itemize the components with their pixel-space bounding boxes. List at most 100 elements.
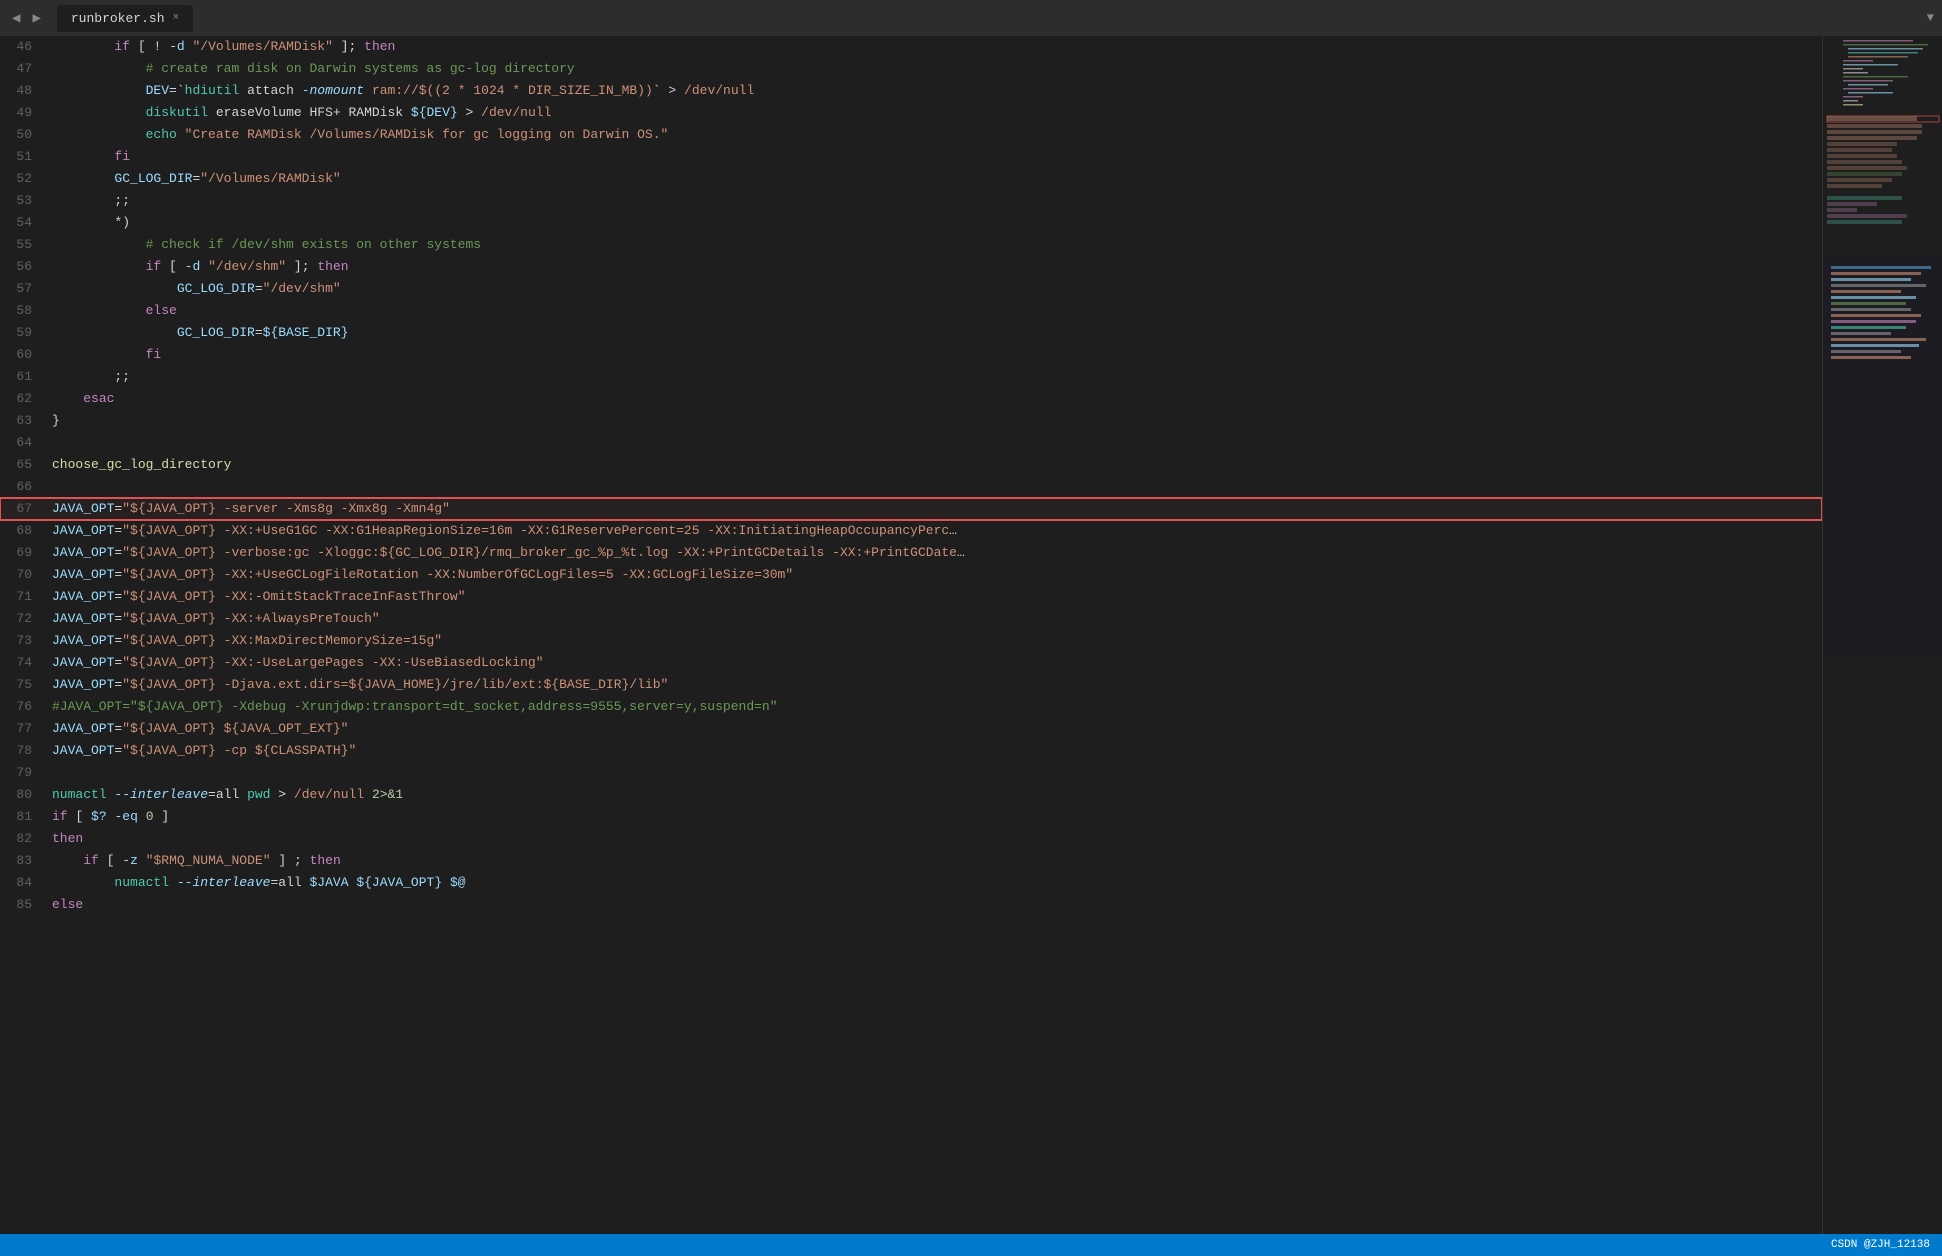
table-row: 84 numactl --interleave=all $JAVA ${JAVA… xyxy=(0,872,1822,894)
table-row: 50 echo "Create RAMDisk /Volumes/RAMDisk… xyxy=(0,124,1822,146)
line-number: 63 xyxy=(0,410,48,432)
line-number: 75 xyxy=(0,674,48,696)
line-content: if [ -d "/dev/shm" ]; then xyxy=(48,256,1822,278)
title-bar: ◀ ▶ runbroker.sh × ▼ xyxy=(0,0,1942,36)
line-content: diskutil eraseVolume HFS+ RAMDisk ${DEV}… xyxy=(48,102,1822,124)
line-content: fi xyxy=(48,146,1822,168)
table-row: 51 fi xyxy=(0,146,1822,168)
line-content: fi xyxy=(48,344,1822,366)
line-number: 47 xyxy=(0,58,48,80)
minimap-svg xyxy=(1823,36,1942,936)
table-row: 54 *) xyxy=(0,212,1822,234)
line-number: 58 xyxy=(0,300,48,322)
table-row: 47 # create ram disk on Darwin systems a… xyxy=(0,58,1822,80)
line-number: 48 xyxy=(0,80,48,102)
table-row: 77 JAVA_OPT="${JAVA_OPT} ${JAVA_OPT_EXT}… xyxy=(0,718,1822,740)
line-number: 62 xyxy=(0,388,48,410)
line-content: JAVA_OPT="${JAVA_OPT} -XX:MaxDirectMemor… xyxy=(48,630,1822,652)
line-number: 65 xyxy=(0,454,48,476)
line-number: 51 xyxy=(0,146,48,168)
line-number: 66 xyxy=(0,476,48,498)
line-content: if [ -z "$RMQ_NUMA_NODE" ] ; then xyxy=(48,850,1822,872)
table-row: 72 JAVA_OPT="${JAVA_OPT} -XX:+AlwaysPreT… xyxy=(0,608,1822,630)
attribution-text: CSDN @ZJH_12138 xyxy=(1831,1239,1930,1251)
table-row: 75 JAVA_OPT="${JAVA_OPT} -Djava.ext.dirs… xyxy=(0,674,1822,696)
line-content: GC_LOG_DIR=${BASE_DIR} xyxy=(48,322,1822,344)
line-number: 76 xyxy=(0,696,48,718)
tab-filename: runbroker.sh xyxy=(71,11,165,26)
line-number: 67 xyxy=(0,498,48,520)
line-content xyxy=(48,476,1822,498)
line-content: # create ram disk on Darwin systems as g… xyxy=(48,58,1822,80)
line-number: 52 xyxy=(0,168,48,190)
table-row: 85 else xyxy=(0,894,1822,916)
line-content: GC_LOG_DIR="/dev/shm" xyxy=(48,278,1822,300)
table-row: 62 esac xyxy=(0,388,1822,410)
line-content: JAVA_OPT="${JAVA_OPT} -XX:-OmitStackTrac… xyxy=(48,586,1822,608)
line-number: 80 xyxy=(0,784,48,806)
line-number: 54 xyxy=(0,212,48,234)
table-row: 64 xyxy=(0,432,1822,454)
line-content: JAVA_OPT="${JAVA_OPT} -cp ${CLASSPATH}" xyxy=(48,740,1822,762)
table-row: 81 if [ $? -eq 0 ] xyxy=(0,806,1822,828)
line-number: 53 xyxy=(0,190,48,212)
line-number: 71 xyxy=(0,586,48,608)
line-content: JAVA_OPT="${JAVA_OPT} -XX:+AlwaysPreTouc… xyxy=(48,608,1822,630)
line-number: 57 xyxy=(0,278,48,300)
nav-right-icon[interactable]: ▶ xyxy=(28,8,44,29)
table-row: 57 GC_LOG_DIR="/dev/shm" xyxy=(0,278,1822,300)
line-number: 82 xyxy=(0,828,48,850)
table-row: 79 xyxy=(0,762,1822,784)
table-row: 56 if [ -d "/dev/shm" ]; then xyxy=(0,256,1822,278)
table-row: 63 } xyxy=(0,410,1822,432)
table-row: 46 if [ ! -d "/Volumes/RAMDisk" ]; then xyxy=(0,36,1822,58)
table-row: 68 JAVA_OPT="${JAVA_OPT} -XX:+UseG1GC -X… xyxy=(0,520,1822,542)
line-content: ;; xyxy=(48,366,1822,388)
tab-close-button[interactable]: × xyxy=(173,12,180,24)
line-content: choose_gc_log_directory xyxy=(48,454,1822,476)
editor-container: 46 if [ ! -d "/Volumes/RAMDisk" ]; then … xyxy=(0,36,1942,1234)
line-content: echo "Create RAMDisk /Volumes/RAMDisk fo… xyxy=(48,124,1822,146)
file-tab[interactable]: runbroker.sh × xyxy=(57,5,193,32)
line-number: 85 xyxy=(0,894,48,916)
nav-left-icon[interactable]: ◀ xyxy=(8,8,24,29)
minimap-visual xyxy=(1823,36,1942,1234)
table-row: 55 # check if /dev/shm exists on other s… xyxy=(0,234,1822,256)
line-number: 73 xyxy=(0,630,48,652)
code-area[interactable]: 46 if [ ! -d "/Volumes/RAMDisk" ]; then … xyxy=(0,36,1822,1234)
line-number: 64 xyxy=(0,432,48,454)
line-number: 79 xyxy=(0,762,48,784)
line-content: # check if /dev/shm exists on other syst… xyxy=(48,234,1822,256)
line-number: 59 xyxy=(0,322,48,344)
line-number: 61 xyxy=(0,366,48,388)
table-row: 52 GC_LOG_DIR="/Volumes/RAMDisk" xyxy=(0,168,1822,190)
line-content: JAVA_OPT="${JAVA_OPT} -server -Xms8g -Xm… xyxy=(48,498,1822,520)
table-row: 66 xyxy=(0,476,1822,498)
table-row: 53 ;; xyxy=(0,190,1822,212)
line-number: 70 xyxy=(0,564,48,586)
table-row: 49 diskutil eraseVolume HFS+ RAMDisk ${D… xyxy=(0,102,1822,124)
table-row: 70 JAVA_OPT="${JAVA_OPT} -XX:+UseGCLogFi… xyxy=(0,564,1822,586)
table-row: 58 else xyxy=(0,300,1822,322)
line-number: 49 xyxy=(0,102,48,124)
minimap-panel xyxy=(1822,36,1942,1234)
line-content: } xyxy=(48,410,1822,432)
line-number: 68 xyxy=(0,520,48,542)
line-content: esac xyxy=(48,388,1822,410)
line-content: else xyxy=(48,300,1822,322)
line-content: if [ $? -eq 0 ] xyxy=(48,806,1822,828)
status-bar: CSDN @ZJH_12138 xyxy=(0,1234,1942,1256)
line-number: 83 xyxy=(0,850,48,872)
line-number: 50 xyxy=(0,124,48,146)
line-content: JAVA_OPT="${JAVA_OPT} ${JAVA_OPT_EXT}" xyxy=(48,718,1822,740)
table-row: 82 then xyxy=(0,828,1822,850)
table-row: 48 DEV=`hdiutil attach -nomount ram://$(… xyxy=(0,80,1822,102)
line-content: numactl --interleave=all pwd > /dev/null… xyxy=(48,784,1822,806)
table-row: 71 JAVA_OPT="${JAVA_OPT} -XX:-OmitStackT… xyxy=(0,586,1822,608)
line-number: 55 xyxy=(0,234,48,256)
line-content xyxy=(48,432,1822,454)
table-row: 80 numactl --interleave=all pwd > /dev/n… xyxy=(0,784,1822,806)
line-content: DEV=`hdiutil attach -nomount ram://$((2 … xyxy=(48,80,1822,102)
line-content: else xyxy=(48,894,1822,916)
dropdown-arrow-icon[interactable]: ▼ xyxy=(1927,11,1934,25)
